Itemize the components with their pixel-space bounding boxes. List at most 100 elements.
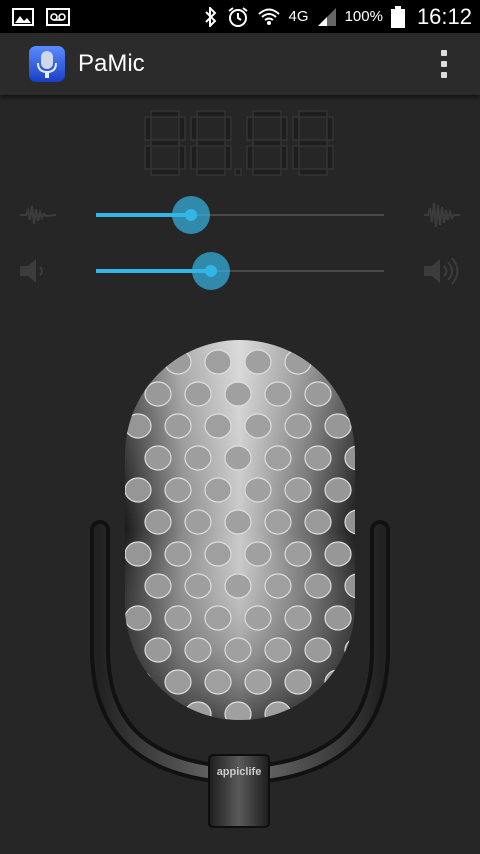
menu-dot	[441, 72, 447, 78]
grille-hole	[164, 477, 192, 503]
grille-hole	[164, 413, 192, 439]
app-bar: PaMic	[0, 33, 480, 95]
grille-hole	[125, 605, 152, 631]
grille-hole	[244, 413, 272, 439]
slider-thumb[interactable]	[185, 209, 198, 221]
grille-hole	[204, 413, 232, 439]
app-title: PaMic	[78, 50, 145, 77]
grille-hole	[324, 413, 352, 439]
grille-hole	[264, 381, 292, 407]
grille-hole	[264, 637, 292, 663]
grille-hole	[144, 701, 172, 720]
grille-hole	[304, 573, 332, 599]
waveform-low-icon	[18, 200, 58, 235]
grille-hole	[184, 637, 212, 663]
grille-hole	[264, 573, 292, 599]
grille-hole	[244, 477, 272, 503]
battery-percent: 100%	[344, 8, 383, 25]
grille-hole	[224, 573, 252, 599]
sensitivity-row	[0, 190, 480, 240]
grille-hole	[125, 349, 152, 375]
stand-label: appiclife	[217, 766, 262, 778]
grille-hole	[164, 541, 192, 567]
grille-hole	[284, 413, 312, 439]
network-type: 4G	[288, 8, 309, 25]
grille-hole	[204, 605, 232, 631]
grille-hole	[304, 509, 332, 535]
waveform-high-icon	[422, 200, 462, 235]
battery-icon	[390, 5, 405, 28]
grille-hole	[385, 382, 411, 406]
wifi-icon	[257, 7, 281, 27]
grille-hole	[244, 669, 272, 695]
speaker-high-icon	[422, 256, 462, 291]
grille-hole	[224, 381, 252, 407]
grille-hole	[224, 701, 252, 720]
grille-hole	[125, 541, 152, 567]
grille-hole	[144, 509, 172, 535]
grille-hole	[224, 509, 252, 535]
grille-hole	[224, 445, 252, 471]
grille-hole	[244, 349, 272, 375]
grille-hole	[365, 478, 391, 502]
grille-hole	[204, 669, 232, 695]
grille-hole	[284, 477, 312, 503]
grille-hole	[164, 605, 192, 631]
grille-hole	[344, 637, 355, 663]
grille-hole	[184, 509, 212, 535]
alarm-icon	[227, 6, 249, 28]
grille-hole	[204, 349, 232, 375]
grille-hole	[204, 541, 232, 567]
sensitivity-slider[interactable]	[96, 195, 384, 235]
grille-hole	[304, 637, 332, 663]
menu-dot	[441, 50, 447, 56]
grille-hole	[324, 541, 352, 567]
signal-icon	[317, 7, 337, 27]
grille-hole	[125, 413, 152, 439]
grille-hole	[204, 477, 232, 503]
grille-hole	[244, 605, 272, 631]
grille-hole	[184, 573, 212, 599]
grille-hole	[344, 445, 355, 471]
grille-hole	[184, 381, 212, 407]
grille-hole	[365, 350, 391, 374]
microphone-app-icon[interactable]	[28, 45, 66, 83]
volume-row	[0, 246, 480, 296]
volume-slider[interactable]	[96, 251, 384, 291]
grille-hole	[244, 541, 272, 567]
grille-hole	[344, 573, 355, 599]
grille-hole	[344, 509, 355, 535]
microphone-icon: appiclife	[90, 340, 411, 828]
grille-hole	[385, 702, 411, 726]
menu-dot	[441, 61, 447, 67]
grille-hole	[284, 349, 312, 375]
grille-hole	[304, 445, 332, 471]
overflow-menu-icon[interactable]	[434, 46, 454, 82]
grille-hole	[184, 445, 212, 471]
level-display	[0, 104, 480, 184]
grille-hole	[284, 669, 312, 695]
grille-hole	[224, 637, 252, 663]
grille-hole	[125, 669, 152, 695]
microphone-button[interactable]: appiclife	[0, 330, 480, 840]
grille-hole	[385, 446, 411, 470]
grille-hole	[144, 445, 172, 471]
clock: 16:12	[416, 3, 472, 29]
grille-hole	[324, 669, 352, 695]
grille-hole	[264, 509, 292, 535]
grille-hole	[304, 381, 332, 407]
grille-hole	[344, 381, 355, 407]
grille-hole	[144, 381, 172, 407]
grille-hole	[324, 477, 352, 503]
grille-hole	[264, 445, 292, 471]
voicemail-icon	[46, 7, 70, 26]
grille-hole	[164, 669, 192, 695]
grille-hole	[264, 701, 292, 720]
grille-hole	[284, 605, 312, 631]
grille-hole	[125, 477, 152, 503]
grille-hole	[365, 414, 391, 438]
segment-display-icon	[144, 110, 334, 176]
speaker-low-icon	[18, 256, 58, 291]
bluetooth-icon	[203, 6, 219, 27]
grille-hole	[144, 637, 172, 663]
